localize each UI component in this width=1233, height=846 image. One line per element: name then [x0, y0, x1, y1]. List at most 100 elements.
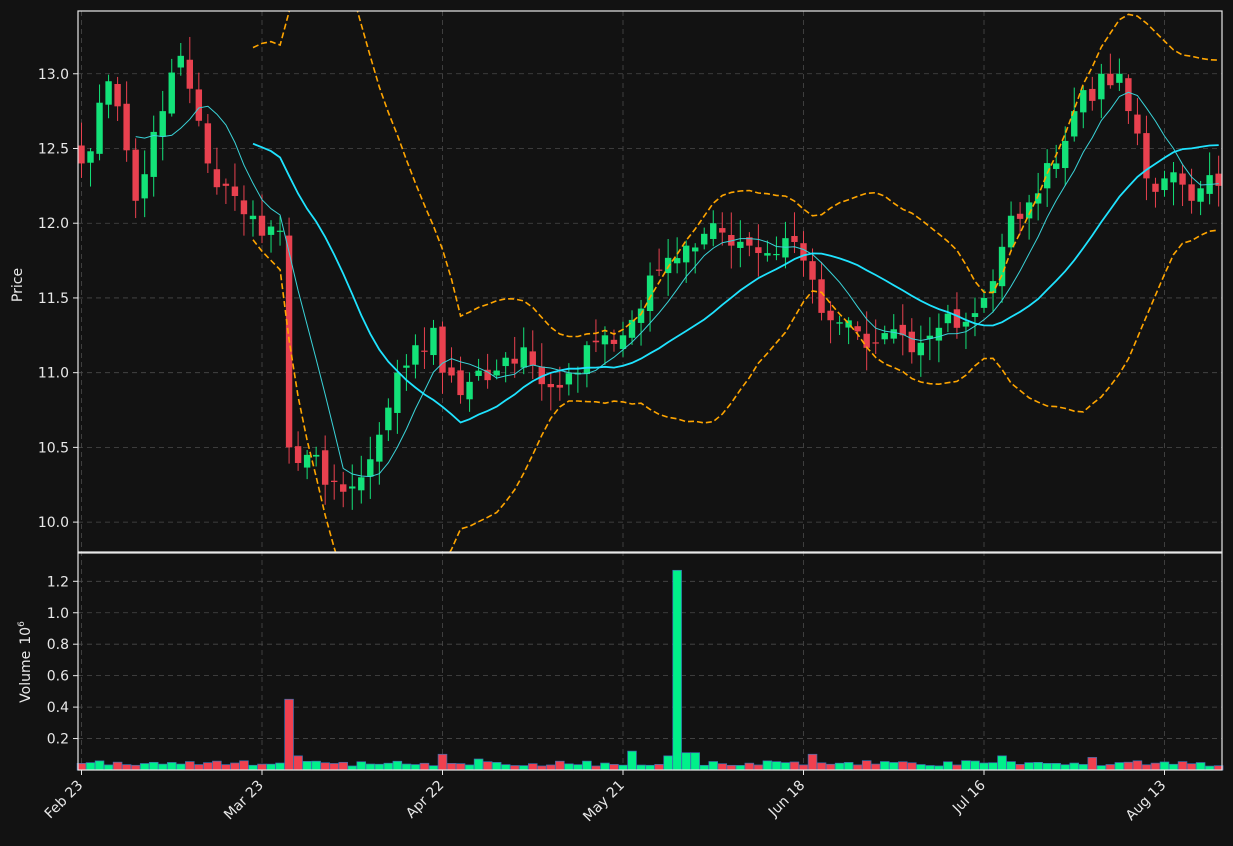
candle-body — [592, 340, 600, 343]
candle-body — [1170, 172, 1177, 183]
volume-bar — [275, 762, 285, 771]
candle-body — [168, 72, 175, 114]
candle-body — [430, 327, 437, 356]
volume-bar — [112, 761, 123, 771]
candle-body — [782, 238, 789, 258]
candle-body — [1007, 215, 1015, 248]
volume-bar — [293, 755, 303, 771]
candle-body — [764, 253, 771, 256]
volume-bar — [302, 761, 312, 771]
volume-bar — [907, 762, 917, 771]
volume-bar — [735, 765, 746, 771]
volume-bar — [807, 753, 818, 771]
volume-bar — [284, 698, 294, 771]
candle-body — [547, 383, 554, 388]
candle-body — [601, 335, 609, 345]
candle-body — [78, 145, 85, 164]
candle-body — [493, 370, 500, 376]
candle-body — [1161, 178, 1168, 191]
volume-bar — [464, 764, 475, 771]
candle-body — [267, 226, 275, 235]
volume-axis-label: Volume 106 — [17, 621, 34, 703]
candle-body — [321, 450, 329, 485]
candle-body — [1062, 140, 1069, 169]
candle-body — [655, 269, 663, 271]
candle-body — [204, 123, 212, 164]
candle-body — [502, 357, 509, 367]
candle-body — [1107, 73, 1114, 86]
candle-body — [258, 215, 266, 236]
volume-bar — [338, 761, 348, 771]
volume-bar — [1060, 764, 1070, 771]
volume-bar — [410, 764, 421, 771]
candle-body — [222, 183, 230, 186]
volume-bar — [1087, 757, 1098, 771]
volume-bar — [771, 761, 782, 771]
volume-bar — [852, 764, 863, 771]
volume-bar — [834, 762, 845, 771]
volume-bar — [798, 764, 809, 771]
chart-background — [0, 0, 1233, 842]
volume-bar — [591, 765, 601, 771]
volume-bar — [437, 753, 448, 771]
volume-bar — [176, 763, 186, 771]
candle-body — [664, 257, 672, 274]
candle-body — [87, 151, 94, 163]
volume-bar — [347, 765, 358, 771]
volume-bar — [248, 764, 258, 771]
candle-body — [710, 223, 717, 239]
chart-root: 10.0 10.5 11.0 11.5 12.0 12.5 13.0 0.2 0.4 0.6 0.8… — [0, 0, 1233, 842]
volume-bar — [1114, 762, 1125, 771]
volume-bar — [419, 762, 430, 771]
volume-bar — [672, 569, 682, 771]
volume-bar — [1168, 763, 1179, 771]
candle-body — [701, 233, 708, 245]
candle-body — [358, 477, 365, 491]
candle-body — [773, 253, 780, 256]
volume-bar — [663, 755, 673, 771]
candle-body — [1053, 163, 1060, 169]
volume-bar — [961, 760, 971, 771]
volume-bar — [121, 764, 132, 771]
volume-bar — [600, 762, 610, 771]
candle-body — [1188, 184, 1195, 201]
volume-bar — [609, 764, 619, 771]
volume-bar — [365, 763, 376, 771]
candle-body — [448, 367, 455, 376]
candle-body — [240, 200, 248, 215]
candle-body — [421, 350, 428, 352]
candle-body — [646, 275, 654, 312]
volume-bar — [257, 763, 267, 771]
volume-axis-label-text: Volume — [18, 651, 34, 703]
volume-bar — [230, 762, 240, 771]
volume-bar — [1132, 760, 1143, 771]
candle-body — [881, 333, 888, 340]
candle-body — [123, 103, 130, 151]
volume-tick-label: 0.8 — [47, 637, 69, 653]
volume-bar — [311, 760, 321, 771]
candle-body — [529, 351, 536, 366]
volume-bar — [708, 761, 718, 771]
volume-tick-label: 0.6 — [47, 669, 69, 685]
volume-bar — [816, 762, 827, 771]
candle-body — [141, 174, 148, 199]
candle-body — [962, 321, 970, 327]
volume-bar — [103, 764, 114, 771]
volume-bar — [870, 763, 881, 771]
volume-bar — [717, 763, 728, 771]
volume-bar — [130, 764, 141, 771]
volume-bar — [1006, 761, 1016, 771]
candle-body — [105, 81, 112, 105]
price-axis-label: Price — [10, 268, 26, 302]
candle-body — [971, 313, 979, 317]
volume-bar — [555, 760, 565, 771]
volume-bar — [527, 763, 538, 771]
volume-bar — [690, 752, 700, 771]
candle-body — [872, 342, 879, 344]
candle-body — [1179, 173, 1186, 185]
candle-body — [340, 484, 347, 492]
candle-body — [114, 84, 121, 107]
volume-bar — [979, 762, 989, 771]
candle-body — [520, 347, 527, 368]
candle-body — [312, 454, 320, 457]
